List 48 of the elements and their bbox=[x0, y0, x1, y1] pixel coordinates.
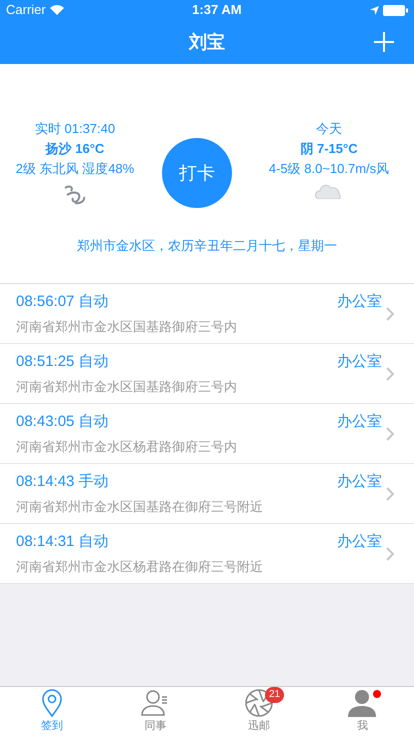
record-address: 河南省郑州市金水区国基路御府三号内 bbox=[16, 378, 238, 396]
clock-label: 1:37 AM bbox=[192, 1, 242, 20]
record-place: 办公室 bbox=[337, 352, 382, 372]
nav-title: 刘宝 bbox=[189, 30, 225, 54]
unread-badge: 21 bbox=[265, 687, 284, 703]
record-address: 河南省郑州市金水区国基路在御府三号附近 bbox=[16, 498, 264, 516]
record-row[interactable]: 08:51:25 自动 办公室 河南省郑州市金水区国基路御府三号内 bbox=[0, 344, 414, 404]
record-address: 河南省郑州市金水区杨君路在御府三号附近 bbox=[16, 558, 264, 576]
add-button[interactable] bbox=[372, 30, 396, 54]
record-time: 08:14:31 自动 bbox=[16, 532, 109, 552]
record-time: 08:56:07 自动 bbox=[16, 292, 109, 312]
chevron-right-icon bbox=[386, 426, 394, 440]
record-row[interactable]: 08:14:43 手动 办公室 河南省郑州市金水区国基路在御府三号附近 bbox=[0, 464, 414, 524]
today-weather: 阴 7-15°C bbox=[300, 140, 358, 158]
chevron-right-icon bbox=[386, 306, 394, 320]
record-place: 办公室 bbox=[337, 472, 382, 492]
sand-wind-icon bbox=[62, 183, 88, 205]
punch-button[interactable]: 打卡 bbox=[162, 138, 232, 208]
location-date-text: 郑州市金水区，农历辛丑年二月十七，星期一 bbox=[77, 237, 337, 255]
chevron-right-icon bbox=[386, 366, 394, 380]
record-address: 河南省郑州市金水区杨君路御府三号内 bbox=[16, 438, 238, 456]
realtime-label: 实时 01:37:40 bbox=[34, 120, 116, 138]
today-wind: 4-5级 8.0~10.7m/s风 bbox=[268, 160, 390, 178]
location-arrow-icon bbox=[370, 6, 379, 14]
tab-item[interactable]: 迅邮 21 bbox=[207, 687, 310, 736]
battery-icon bbox=[382, 4, 408, 16]
current-weather: 扬沙 16°C bbox=[46, 140, 104, 158]
record-time: 08:51:25 自动 bbox=[16, 352, 109, 372]
record-address: 河南省郑州市金水区国基路御府三号内 bbox=[16, 318, 238, 336]
record-place: 办公室 bbox=[337, 292, 382, 312]
tab-item[interactable]: 我 bbox=[310, 687, 414, 736]
record-row[interactable]: 08:56:07 自动 办公室 河南省郑州市金水区国基路御府三号内 bbox=[0, 284, 414, 344]
tab-item[interactable]: 签到 bbox=[0, 687, 104, 736]
today-label: 今天 bbox=[316, 120, 342, 138]
record-time: 08:43:05 自动 bbox=[16, 412, 109, 432]
wifi-icon bbox=[50, 5, 64, 15]
wind-humidity: 2级 东北风 湿度48% bbox=[16, 160, 134, 178]
chevron-right-icon bbox=[386, 486, 394, 500]
cloud-icon bbox=[315, 183, 343, 199]
record-place: 办公室 bbox=[337, 532, 382, 552]
record-row[interactable]: 08:14:31 自动 办公室 河南省郑州市金水区杨君路在御府三号附近 bbox=[0, 524, 414, 584]
person-icon bbox=[347, 688, 378, 718]
tab-item[interactable]: 同事 bbox=[104, 687, 207, 736]
carrier-label: Carrier bbox=[6, 1, 46, 20]
record-time: 08:14:43 手动 bbox=[16, 472, 109, 492]
chevron-right-icon bbox=[386, 546, 394, 560]
record-row[interactable]: 08:43:05 自动 办公室 河南省郑州市金水区杨君路御府三号内 bbox=[0, 404, 414, 464]
record-place: 办公室 bbox=[337, 412, 382, 432]
